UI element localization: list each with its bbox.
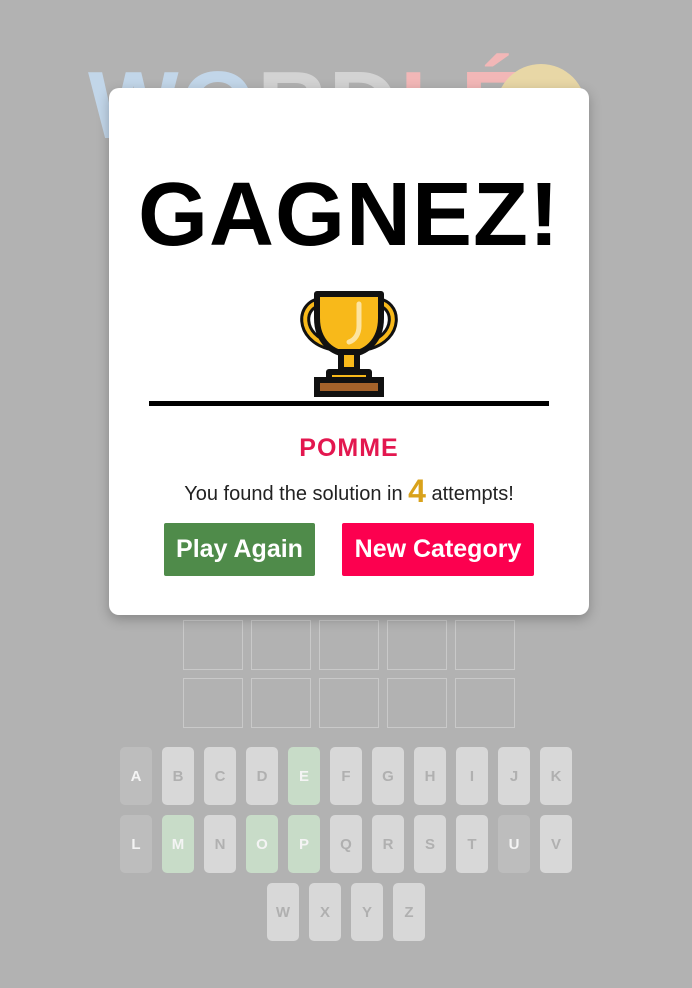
key-x[interactable]: X — [309, 883, 341, 941]
key-b[interactable]: B — [162, 747, 194, 805]
grid-cell — [319, 678, 379, 728]
divider — [149, 401, 549, 406]
keyboard-row: WXYZ — [0, 883, 692, 941]
play-again-button[interactable]: Play Again — [164, 523, 315, 576]
key-y[interactable]: Y — [351, 883, 383, 941]
key-h[interactable]: H — [414, 747, 446, 805]
key-n[interactable]: N — [204, 815, 236, 873]
keyboard-row: LMNOPQRSTUV — [0, 815, 692, 873]
key-c[interactable]: C — [204, 747, 236, 805]
grid-cell — [387, 620, 447, 670]
key-i[interactable]: I — [456, 747, 488, 805]
key-t[interactable]: T — [456, 815, 488, 873]
key-q[interactable]: Q — [330, 815, 362, 873]
key-l[interactable]: L — [120, 815, 152, 873]
grid-cell — [455, 620, 515, 670]
grid-cell — [319, 620, 379, 670]
solution-word: POMME — [299, 434, 399, 462]
new-category-button[interactable]: New Category — [342, 523, 534, 576]
key-e[interactable]: E — [288, 747, 320, 805]
result-prefix: You found the solution in — [184, 483, 403, 505]
key-v[interactable]: V — [540, 815, 572, 873]
win-modal: GAGNEZ! POMME You found the solution in … — [109, 88, 589, 615]
grid-row — [183, 678, 515, 728]
grid-cell — [251, 678, 311, 728]
key-k[interactable]: K — [540, 747, 572, 805]
key-p[interactable]: P — [288, 815, 320, 873]
grid-cell — [183, 620, 243, 670]
keyboard-row: ABCDEFGHIJK — [0, 747, 692, 805]
key-d[interactable]: D — [246, 747, 278, 805]
win-title: GAGNEZ! — [138, 165, 560, 265]
key-j[interactable]: J — [498, 747, 530, 805]
key-m[interactable]: M — [162, 815, 194, 873]
on-screen-keyboard: ABCDEFGHIJK LMNOPQRSTUV WXYZ — [0, 747, 692, 951]
trophy-icon — [300, 291, 398, 397]
grid-cell — [387, 678, 447, 728]
key-u[interactable]: U — [498, 815, 530, 873]
key-z[interactable]: Z — [393, 883, 425, 941]
key-o[interactable]: O — [246, 815, 278, 873]
grid-cell — [183, 678, 243, 728]
key-a[interactable]: A — [120, 747, 152, 805]
grid-cell — [251, 620, 311, 670]
key-f[interactable]: F — [330, 747, 362, 805]
key-r[interactable]: R — [372, 815, 404, 873]
key-s[interactable]: S — [414, 815, 446, 873]
guess-grid — [183, 620, 515, 736]
attempt-count: 4 — [408, 473, 426, 509]
result-suffix: attempts! — [431, 483, 514, 505]
grid-row — [183, 620, 515, 670]
grid-cell — [455, 678, 515, 728]
result-message: You found the solution in 4 attempts! — [109, 473, 589, 510]
key-w[interactable]: W — [267, 883, 299, 941]
key-g[interactable]: G — [372, 747, 404, 805]
